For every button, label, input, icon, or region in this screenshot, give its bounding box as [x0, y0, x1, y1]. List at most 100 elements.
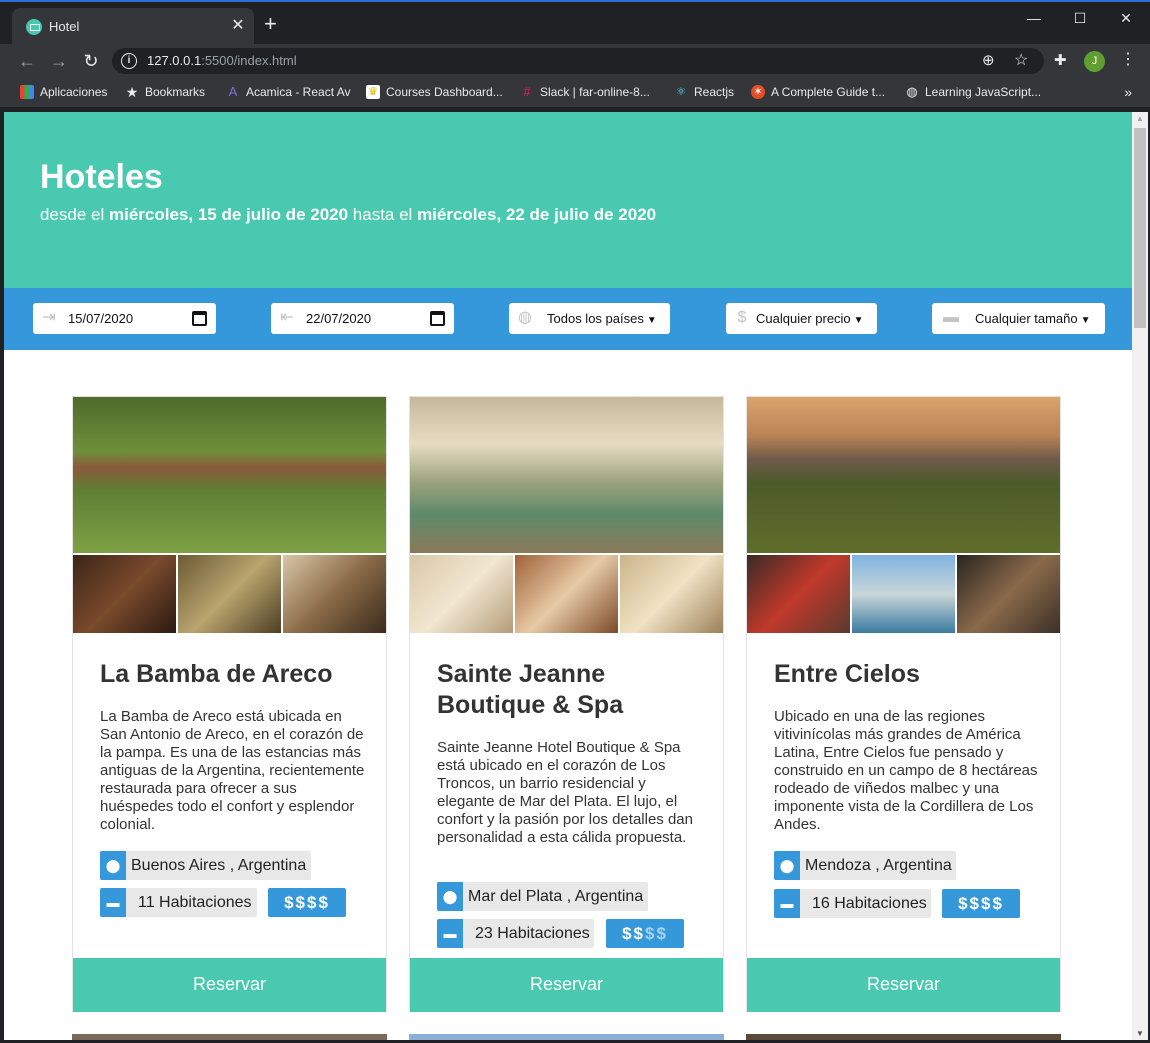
sign-in-icon: ⇥: [42, 309, 56, 326]
bed-icon: ▬: [100, 888, 126, 917]
bookmark-item[interactable]: ◍ Learning JavaScript...: [905, 84, 1041, 100]
tab-title: Hotel: [49, 19, 80, 34]
browser-toolbar: ← → ↻ i 127.0.0.1:5500/index.html ⊕ ☆ ✚ …: [0, 44, 1150, 78]
check-in-date-input[interactable]: ⇥ 15/07/2020: [33, 303, 216, 334]
acamica-icon: A: [228, 84, 238, 99]
hotel-description: La Bamba de Areco está ubicada en San An…: [100, 708, 365, 833]
bookmark-item[interactable]: A Acamica - React Av: [226, 84, 351, 100]
hotel-name: Entre Cielos: [774, 660, 920, 688]
hotel-description: Sainte Jeanne Hotel Boutique & Spa está …: [437, 739, 693, 846]
hotel-card: Sainte Jeanne Boutique & Spa Sainte Jean…: [409, 396, 724, 1012]
address-url[interactable]: 127.0.0.1:5500/index.html: [147, 53, 297, 68]
bookmarks-overflow-icon[interactable]: »: [1124, 84, 1132, 100]
react-icon: ⚛: [676, 86, 686, 98]
price-tag: $$$$: [606, 919, 684, 948]
rooms-tag: ▬ 16 Habitaciones: [774, 889, 931, 918]
reserve-button[interactable]: Reservar: [73, 958, 386, 1012]
bookmark-item[interactable]: ♛ Courses Dashboard...: [366, 85, 503, 99]
browser-menu-icon[interactable]: ⋮: [1120, 50, 1136, 70]
browser-tab[interactable]: Hotel ✕: [12, 8, 254, 46]
hotel-thumb-photo: [515, 555, 618, 633]
site-info-icon[interactable]: i: [121, 53, 137, 69]
apps-grid-icon: [20, 85, 34, 99]
close-window-button[interactable]: ✕: [1114, 8, 1138, 28]
calendar-icon[interactable]: [192, 311, 207, 326]
location-tag: ⬤ Mendoza , Argentina: [774, 851, 956, 880]
hotel-name: La Bamba de Areco: [100, 660, 333, 688]
profile-avatar[interactable]: J: [1084, 51, 1105, 72]
rooms-tag: ▬ 11 Habitaciones: [100, 888, 257, 917]
map-marker-icon: ⬤: [437, 882, 463, 911]
hotel-name: Sainte Jeanne Boutique & Spa: [437, 660, 624, 719]
hotel-card: Entre Cielos Ubicado en una de las regio…: [746, 396, 1061, 1012]
country-value: Todos los países ▼: [547, 311, 657, 326]
filters-bar: ⇥ 15/07/2020 ⇤ 22/07/2020 ◍ Todos los pa…: [4, 288, 1132, 350]
tab-close-icon[interactable]: ✕: [228, 16, 248, 36]
bookmark-star-icon[interactable]: ☆: [1014, 50, 1028, 70]
browser-tabstrip: Hotel ✕ + — ☐ ✕: [0, 0, 1150, 46]
forward-arrow-icon[interactable]: →: [48, 50, 70, 72]
bookmark-item[interactable]: Aplicaciones: [20, 85, 107, 99]
chevron-down-icon: ▼: [853, 315, 864, 326]
hotel-thumb-photo: [178, 555, 281, 633]
check-in-value: 15/07/2020: [68, 311, 134, 326]
price-tag: $$$$: [268, 888, 346, 917]
scrollbar-thumb[interactable]: [1134, 128, 1146, 328]
size-value: Cualquier tamaño ▼: [975, 311, 1091, 326]
hotel-thumb-photo: [852, 555, 955, 633]
bookmark-item[interactable]: ⚛ Reactjs: [674, 85, 734, 99]
location-tag: ⬤ Mar del Plata , Argentina: [437, 882, 648, 911]
size-select[interactable]: ▬ Cualquier tamaño ▼: [932, 303, 1105, 334]
guide-icon: ✶: [751, 85, 765, 99]
globe-icon: ◍: [518, 309, 532, 326]
check-out-date-input[interactable]: ⇤ 22/07/2020: [271, 303, 454, 334]
rooms-tag: ▬ 23 Habitaciones: [437, 919, 594, 948]
scroll-up-arrow-icon[interactable]: ▲: [1136, 114, 1144, 123]
address-bar[interactable]: i 127.0.0.1:5500/index.html ⊕ ☆: [112, 48, 1044, 74]
hero-header: Hoteles desde el miércoles, 15 de julio …: [4, 112, 1132, 288]
reserve-button[interactable]: Reservar: [747, 958, 1060, 1012]
hotel-main-photo: [410, 397, 723, 553]
chevron-down-icon: ▼: [1080, 315, 1091, 326]
page-viewport: Hoteles desde el miércoles, 15 de julio …: [4, 112, 1132, 1040]
scroll-down-arrow-icon[interactable]: ▼: [1136, 1029, 1144, 1038]
country-select[interactable]: ◍ Todos los países ▼: [509, 303, 670, 334]
bookmark-item[interactable]: ✶ A Complete Guide t...: [751, 85, 885, 99]
hotel-card: La Bamba de Areco La Bamba de Areco está…: [72, 396, 387, 1012]
hotel-thumb-photo: [73, 555, 176, 633]
page-scrollbar[interactable]: ▲ ▼: [1132, 112, 1148, 1040]
back-arrow-icon[interactable]: ←: [16, 50, 38, 72]
calendar-icon[interactable]: [430, 311, 445, 326]
sign-out-icon: ⇤: [280, 309, 294, 326]
reserve-button[interactable]: Reservar: [410, 958, 723, 1012]
star-icon: ★: [125, 84, 139, 100]
new-tab-button[interactable]: +: [264, 13, 277, 35]
hotel-thumb-photo: [747, 555, 850, 633]
price-tag: $$$$: [942, 889, 1020, 918]
page-title: Hoteles: [40, 158, 163, 196]
price-value: Cualquier precio ▼: [756, 311, 864, 326]
globe-icon: ◍: [906, 84, 918, 99]
check-out-value: 22/07/2020: [306, 311, 372, 326]
map-marker-icon: ⬤: [100, 851, 126, 880]
price-select[interactable]: $ Cualquier precio ▼: [726, 303, 877, 334]
bed-icon: ▬: [943, 309, 959, 326]
hotel-bed-icon: [26, 19, 42, 35]
crown-icon: ♛: [366, 85, 380, 99]
chevron-down-icon: ▼: [646, 315, 657, 326]
minimize-button[interactable]: —: [1022, 8, 1046, 28]
hotel-thumb-photo: [283, 555, 386, 633]
reload-icon[interactable]: ↻: [80, 50, 102, 72]
hotel-main-photo: [73, 397, 386, 553]
extensions-puzzle-icon[interactable]: ✚: [1054, 51, 1067, 69]
date-range-subtitle: desde el miércoles, 15 de julio de 2020 …: [40, 205, 657, 224]
dollar-icon: $: [737, 309, 747, 326]
bookmark-item[interactable]: ★ Bookmarks: [125, 85, 205, 99]
maximize-button[interactable]: ☐: [1068, 8, 1092, 28]
bookmark-item[interactable]: # Slack | far-online-8...: [520, 85, 649, 100]
bookmarks-bar: Aplicaciones ★ Bookmarks A Acamica - Rea…: [0, 78, 1150, 108]
zoom-icon[interactable]: ⊕: [982, 51, 995, 69]
location-tag: ⬤ Buenos Aires , Argentina: [100, 851, 311, 880]
map-marker-icon: ⬤: [774, 851, 800, 880]
hotel-thumb-photo: [620, 555, 723, 633]
